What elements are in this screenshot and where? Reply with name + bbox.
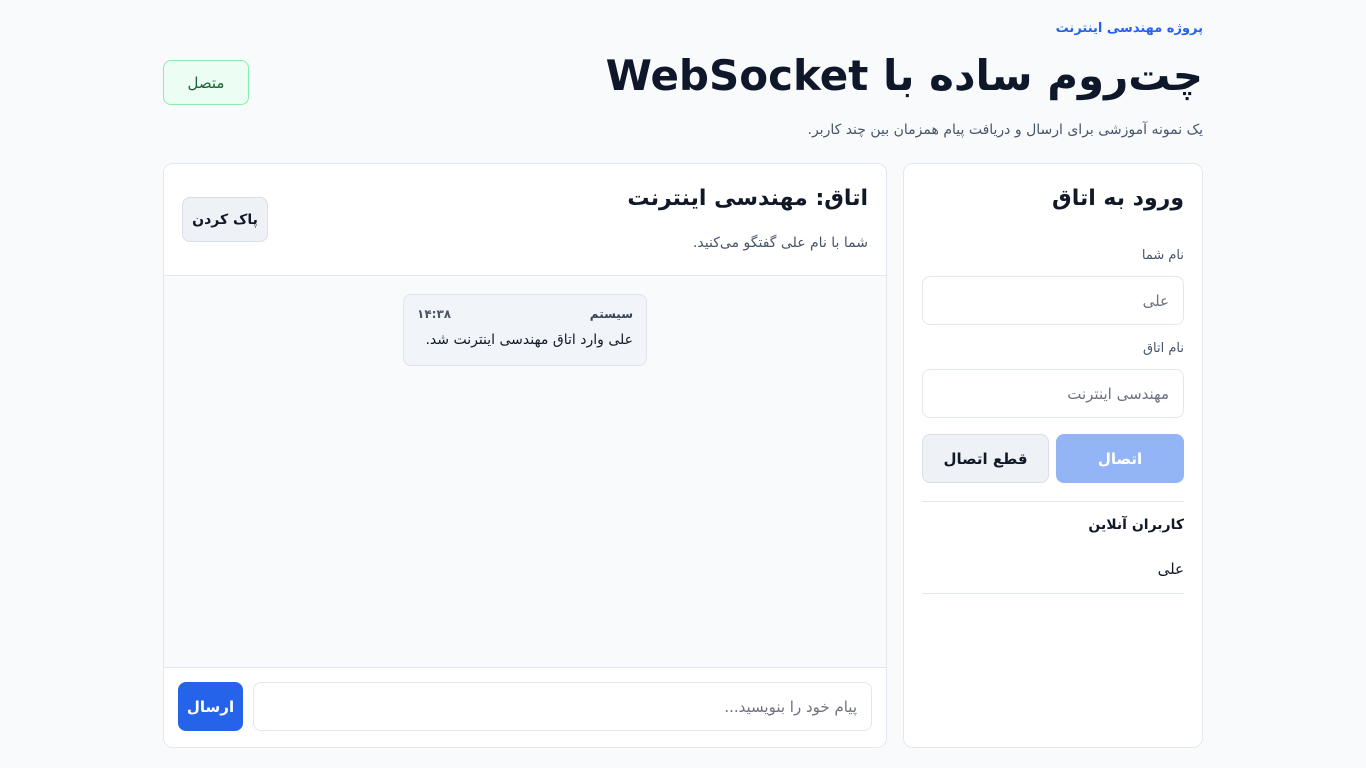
clear-button[interactable]: پاک کردن — [182, 197, 268, 242]
panel-divider — [922, 501, 1184, 502]
send-button[interactable]: ارسال — [178, 682, 243, 731]
page-title: چت‌روم ساده با WebSocket — [605, 51, 1203, 100]
online-users-title: کاربران آنلاین — [1088, 517, 1184, 533]
message-composer: ارسال — [164, 667, 886, 747]
join-room-title: ورود به اتاق — [1052, 186, 1184, 211]
name-label: نام شما — [1141, 248, 1184, 263]
message-text: علی وارد اتاق مهندسی اینترنت شد. — [425, 332, 633, 348]
join-room-panel: ورود به اتاق نام شما نام اتاق اتصال قطع … — [903, 163, 1203, 748]
room-label: نام اتاق — [1142, 341, 1184, 356]
page-eyebrow: پروژه مهندسی اینترنت — [1055, 21, 1203, 36]
message-input[interactable] — [253, 682, 872, 731]
connect-button[interactable]: اتصال — [1056, 434, 1184, 483]
page-subtitle: یک نمونه آموزشی برای ارسال و دریافت پیام… — [807, 122, 1204, 138]
room-title: اتاق: مهندسی اینترنت — [627, 186, 868, 211]
chat-header: اتاق: مهندسی اینترنت شما با نام علی گفتگ… — [164, 164, 886, 276]
message-sender: سیستم — [589, 307, 633, 321]
room-input[interactable] — [922, 369, 1184, 418]
name-input[interactable] — [922, 276, 1184, 325]
message-time: ۱۴:۳۸ — [417, 307, 452, 321]
room-subtitle: شما با نام علی گفتگو می‌کنید. — [692, 235, 868, 251]
chat-panel: اتاق: مهندسی اینترنت شما با نام علی گفتگ… — [163, 163, 887, 748]
system-message: سیستم ۱۴:۳۸ علی وارد اتاق مهندسی اینترنت… — [403, 294, 647, 366]
disconnect-button[interactable]: قطع اتصال — [922, 434, 1049, 483]
connection-status-badge: متصل — [163, 60, 249, 105]
online-user-item: علی — [922, 554, 1184, 594]
messages-area[interactable]: سیستم ۱۴:۳۸ علی وارد اتاق مهندسی اینترنت… — [164, 276, 886, 669]
